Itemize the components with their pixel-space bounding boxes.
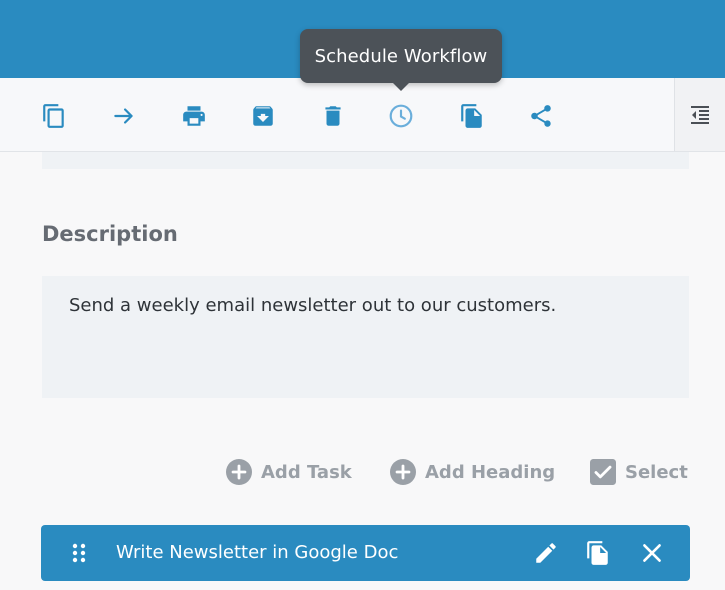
add-heading-button[interactable]: Add Heading bbox=[390, 458, 555, 486]
drag-handle-icon[interactable] bbox=[70, 542, 88, 564]
print-icon bbox=[183, 106, 205, 126]
add-task-label: Add Task bbox=[261, 461, 352, 483]
archive-icon bbox=[253, 106, 273, 126]
task-title: Write Newsletter in Google Doc bbox=[116, 542, 399, 563]
description-textarea[interactable]: Send a weekly email newsletter out to ou… bbox=[42, 276, 689, 398]
pencil-icon bbox=[536, 543, 556, 563]
edit-task-button[interactable] bbox=[532, 539, 560, 567]
collapse-panel-button[interactable] bbox=[674, 78, 725, 151]
trash-icon bbox=[325, 106, 341, 126]
workflow-toolbar bbox=[0, 78, 725, 152]
task-item[interactable]: Write Newsletter in Google Doc bbox=[41, 525, 690, 581]
remove-task-button[interactable] bbox=[638, 539, 666, 567]
clock-icon bbox=[389, 104, 413, 128]
copy-icon bbox=[43, 104, 64, 128]
collapse-panel-icon bbox=[691, 105, 709, 124]
previous-field-box bbox=[42, 152, 689, 169]
move-button[interactable] bbox=[106, 98, 142, 134]
copy-button[interactable] bbox=[36, 98, 72, 134]
close-icon bbox=[643, 544, 661, 562]
duplicate-button[interactable] bbox=[454, 98, 490, 134]
duplicate-task-button[interactable] bbox=[584, 539, 612, 567]
schedule-workflow-tooltip: Schedule Workflow bbox=[300, 29, 502, 91]
checkbox-icon bbox=[590, 459, 616, 485]
description-text: Send a weekly email newsletter out to ou… bbox=[69, 295, 557, 316]
share-button[interactable] bbox=[523, 98, 559, 134]
file-copy-icon bbox=[461, 104, 482, 128]
add-task-button[interactable]: Add Task bbox=[226, 458, 352, 486]
print-button[interactable] bbox=[176, 98, 212, 134]
arrow-right-icon bbox=[114, 108, 133, 124]
copy-icon bbox=[587, 541, 608, 565]
select-button[interactable]: Select bbox=[590, 458, 688, 486]
select-label: Select bbox=[625, 461, 688, 483]
delete-button[interactable] bbox=[315, 98, 351, 134]
archive-button[interactable] bbox=[245, 98, 281, 134]
schedule-workflow-button[interactable] bbox=[383, 98, 419, 134]
plus-circle-icon bbox=[390, 459, 416, 485]
tooltip-text: Schedule Workflow bbox=[314, 45, 488, 67]
share-icon bbox=[531, 105, 551, 127]
description-heading: Description bbox=[42, 222, 178, 246]
plus-circle-icon bbox=[226, 459, 252, 485]
add-heading-label: Add Heading bbox=[425, 461, 556, 483]
